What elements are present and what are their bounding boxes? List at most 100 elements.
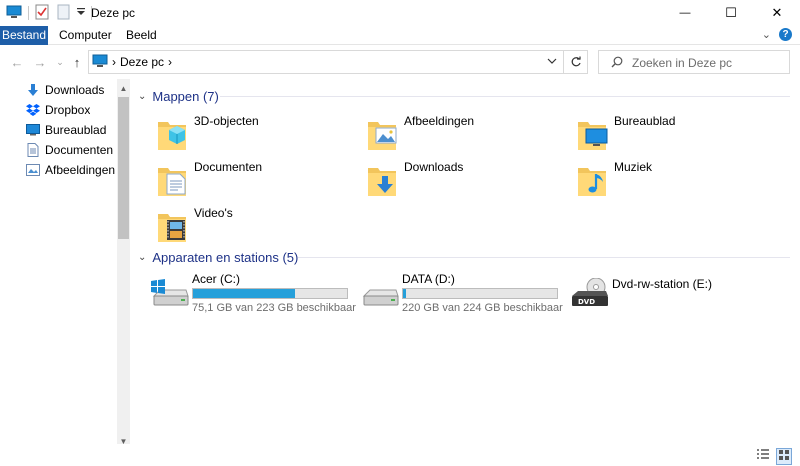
sidebar-item-afbeeldingen[interactable]: Afbeeldingen <box>26 160 130 180</box>
sidebar-scrollbar[interactable]: ▲ ▼ <box>117 79 130 450</box>
drive-c[interactable]: Acer (C:) 75,1 GB van 223 GB beschikbaar <box>150 272 356 318</box>
help-icon[interactable]: ? <box>779 28 792 41</box>
sidebar-item-label: Documenten <box>45 143 114 157</box>
arrow-left-icon: ← <box>10 54 24 70</box>
drive-usage-bar <box>402 288 558 299</box>
address-dropdown-icon[interactable] <box>547 55 557 69</box>
close-icon: ✕ <box>771 5 783 20</box>
sidebar-item-label: Downloads <box>45 83 105 97</box>
devices-group-header[interactable]: ⌄ Apparaten en stations (5) <box>138 247 298 267</box>
drive-label: Acer (C:) <box>192 272 240 286</box>
tiles-view-icon[interactable] <box>776 448 792 465</box>
navigation-bar: ← → ⌄ ↑ › Deze pc › Zoeken in Deze pc <box>0 45 800 79</box>
ribbon: Bestand Computer Beeld ⌄ ? <box>0 26 800 45</box>
desktop-folder-icon <box>578 122 608 150</box>
folder-label: Muziek <box>614 160 653 174</box>
breadcrumb-separator[interactable]: › <box>168 55 172 69</box>
drive-d[interactable]: DATA (D:) 220 GB van 224 GB beschikbaar <box>360 272 563 318</box>
drive-free-space: 220 GB van 224 GB beschikbaar <box>402 302 563 314</box>
sidebar-item-label: Dropbox <box>45 103 91 117</box>
view-switcher <box>756 448 792 465</box>
breadcrumb: › Deze pc › <box>92 54 176 70</box>
download-icon <box>26 83 40 97</box>
group-title: Apparaten en stations (5) <box>152 249 299 265</box>
windows-drive-icon <box>151 279 189 306</box>
navigation-pane: Downloads Dropbox Bureaublad Documenten … <box>0 79 130 450</box>
forward-button[interactable]: → <box>32 54 48 70</box>
group-title: Mappen (7) <box>152 88 219 104</box>
content-pane: ⌄ Mappen (7) 3D-objecten Afbeeldingen Bu… <box>130 79 800 450</box>
group-divider <box>298 257 790 258</box>
folder-downloads[interactable]: Downloads <box>366 158 566 204</box>
folders-group-header[interactable]: ⌄ Mappen (7) <box>138 86 219 106</box>
drive-usage-fill <box>193 289 295 298</box>
tab-computer[interactable]: Computer <box>53 26 118 45</box>
folder-label: Bureaublad <box>614 114 676 128</box>
desktop-icon <box>26 123 40 137</box>
quick-access-toolbar <box>6 4 98 23</box>
sidebar-item-label: Bureaublad <box>45 123 107 137</box>
folder-bureaublad[interactable]: Bureaublad <box>576 112 776 158</box>
minimize-button[interactable]: — <box>662 0 708 26</box>
sidebar-item-downloads[interactable]: Downloads <box>26 80 130 100</box>
pictures-icon <box>26 163 40 177</box>
back-button[interactable]: ← <box>9 54 25 70</box>
folder-videos[interactable]: Video's <box>156 204 356 250</box>
details-view-icon[interactable] <box>756 448 770 465</box>
search-box[interactable]: Zoeken in Deze pc <box>598 50 790 74</box>
address-bar[interactable]: › Deze pc › <box>88 50 564 74</box>
drive-usage-bar <box>192 288 348 299</box>
sidebar-item-label: Afbeeldingen <box>45 163 116 177</box>
chevron-down-icon[interactable]: ⌄ <box>138 252 146 263</box>
drive-usage-fill <box>403 289 407 298</box>
sidebar-item-documenten[interactable]: Documenten <box>26 140 130 160</box>
recent-locations-button[interactable]: ⌄ <box>52 54 68 70</box>
title-bar: Deze pc — ☐ ✕ <box>0 0 800 26</box>
videos-folder-icon <box>158 214 186 242</box>
tab-bestand[interactable]: Bestand <box>0 26 48 45</box>
minimize-icon: — <box>679 7 691 19</box>
close-button[interactable]: ✕ <box>754 0 800 26</box>
document-icon <box>26 143 40 157</box>
breadcrumb-separator[interactable]: › <box>112 55 116 69</box>
this-pc-icon <box>92 54 108 71</box>
arrow-up-icon: ↑ <box>73 54 81 70</box>
new-folder-icon[interactable] <box>57 4 71 23</box>
chevron-down-icon[interactable]: ⌄ <box>138 91 146 102</box>
refresh-button[interactable] <box>564 50 588 74</box>
window-title: Deze pc <box>91 6 136 20</box>
hard-drive-icon <box>362 289 399 306</box>
properties-icon[interactable] <box>35 4 49 23</box>
drive-label: DATA (D:) <box>402 272 455 286</box>
3d-objects-icon <box>158 122 186 150</box>
drive-label: Dvd-rw-station (E:) <box>612 277 713 291</box>
scroll-up-icon[interactable]: ▲ <box>117 81 130 95</box>
customize-qat-icon[interactable] <box>77 6 85 20</box>
svg-text:DVD: DVD <box>578 298 595 306</box>
folder-label: Video's <box>194 206 233 220</box>
qat-separator <box>28 6 29 20</box>
scroll-thumb[interactable] <box>118 97 129 239</box>
folder-afbeeldingen[interactable]: Afbeeldingen <box>366 112 566 158</box>
folder-muziek[interactable]: Muziek <box>576 158 776 204</box>
ribbon-controls: ⌄ ? <box>762 28 792 41</box>
expand-ribbon-icon[interactable]: ⌄ <box>762 28 771 41</box>
music-folder-icon <box>578 168 606 196</box>
downloads-folder-icon <box>368 168 396 196</box>
documents-folder-icon <box>158 168 186 196</box>
drive-e[interactable]: DVD Dvd-rw-station (E:) <box>570 272 770 318</box>
folder-3d-objecten[interactable]: 3D-objecten <box>156 112 356 158</box>
dvd-drive-icon: DVD <box>572 278 608 306</box>
sidebar-item-bureaublad[interactable]: Bureaublad <box>26 120 130 140</box>
search-placeholder: Zoeken in Deze pc <box>632 56 733 70</box>
maximize-button[interactable]: ☐ <box>708 0 754 26</box>
tab-beeld[interactable]: Beeld <box>120 26 163 45</box>
computer-icon[interactable] <box>6 5 22 22</box>
folder-documenten[interactable]: Documenten <box>156 158 356 204</box>
sidebar-item-dropbox[interactable]: Dropbox <box>26 100 130 120</box>
maximize-icon: ☐ <box>725 5 737 20</box>
dropbox-icon <box>26 103 40 117</box>
folder-label: Afbeeldingen <box>404 114 475 128</box>
up-button[interactable]: ↑ <box>69 54 85 70</box>
breadcrumb-deze-pc[interactable]: Deze pc <box>120 55 164 69</box>
